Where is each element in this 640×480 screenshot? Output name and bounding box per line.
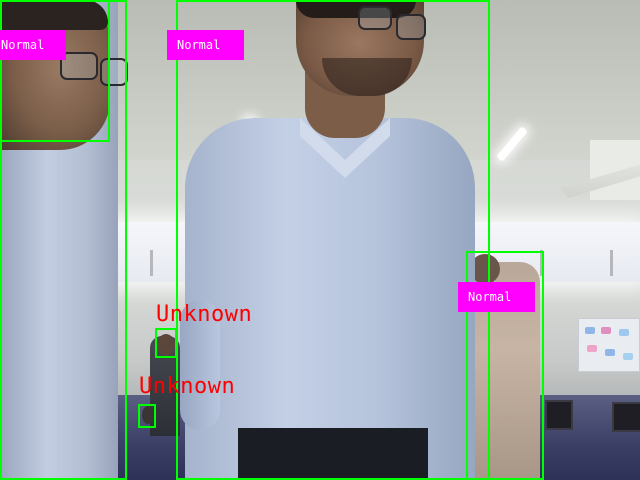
- wall-poster: [578, 318, 640, 372]
- face-box-unknown-1: [155, 328, 177, 358]
- unknown-face-label-1: Unknown: [156, 302, 253, 327]
- person-box-left: [0, 0, 127, 480]
- camera-frame: Normal Normal Normal Unknown Unknown: [0, 0, 640, 480]
- face-box-unknown-2: [138, 404, 156, 428]
- detection-label-center: Normal: [167, 30, 244, 60]
- detection-label-right: Normal: [458, 282, 535, 312]
- monitor: [545, 400, 573, 430]
- detection-label-left: Normal: [0, 30, 66, 60]
- unknown-face-label-2: Unknown: [139, 374, 236, 399]
- person-box-center: [176, 0, 490, 480]
- window-frame: [150, 250, 153, 276]
- window-frame: [610, 250, 613, 276]
- monitor: [612, 402, 640, 432]
